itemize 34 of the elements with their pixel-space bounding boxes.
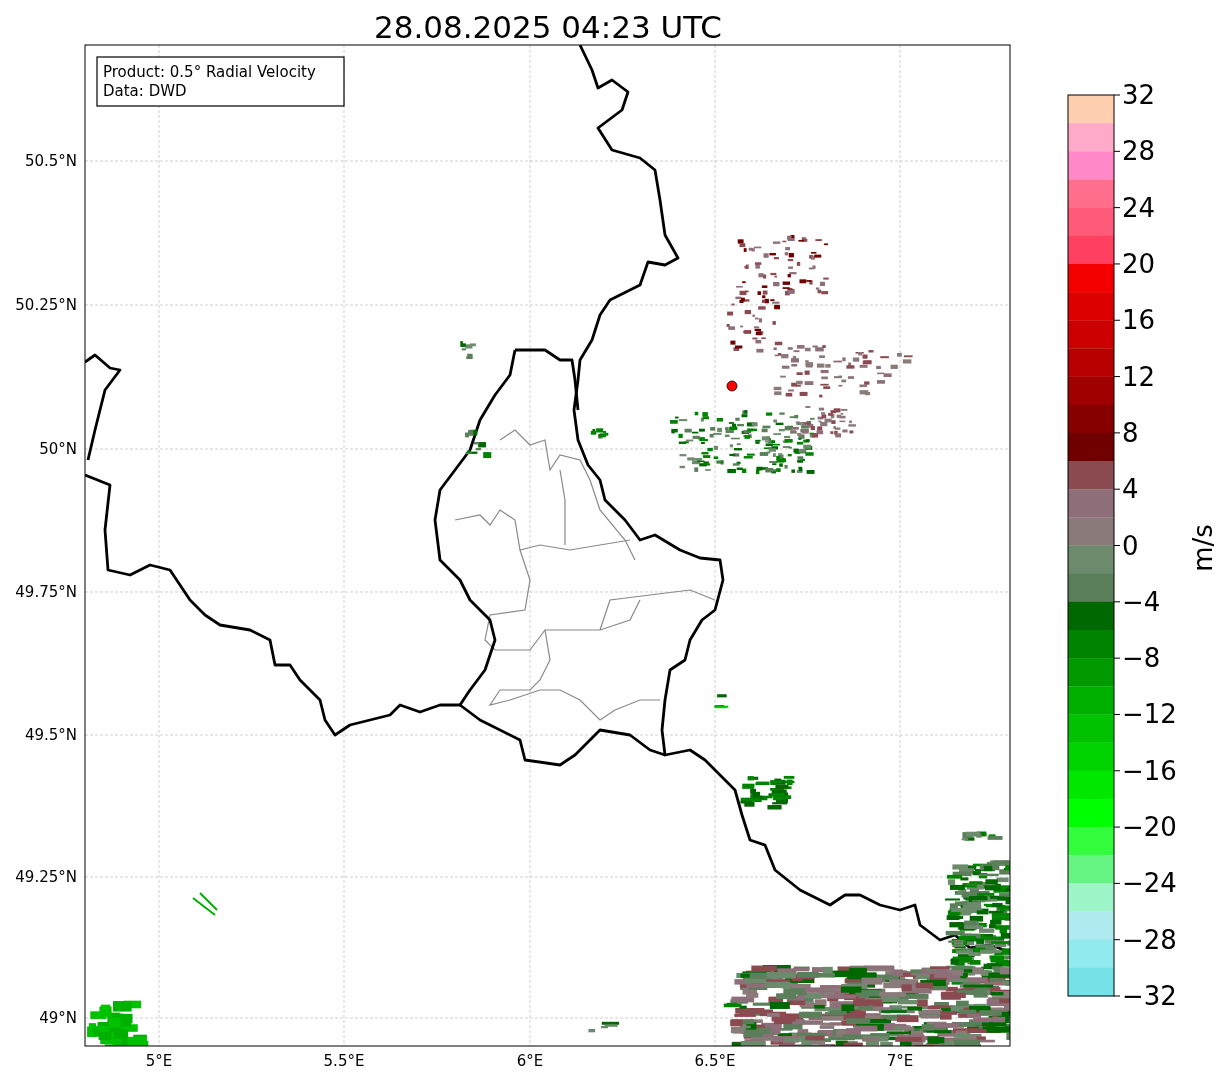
axis-tick-label: 5°E: [145, 1052, 173, 1070]
axis-tick-label: 49°N: [39, 1009, 77, 1027]
colorbar-tick-label: −32: [1122, 981, 1177, 1011]
axis-tick-label: 49.5°N: [24, 726, 77, 744]
colorbar-label: m/s: [1188, 524, 1218, 572]
colorbar-tick-label: −16: [1122, 755, 1177, 786]
colorbar-tick-label: 20: [1122, 248, 1156, 279]
colorbar-tick-label: 4: [1122, 474, 1139, 505]
axis-tick-label: 6.5°E: [694, 1052, 736, 1070]
colorbar-tick-label: −4: [1122, 586, 1161, 617]
axis-tick-label: 50°N: [39, 440, 77, 458]
colorbar-tick-label: −24: [1122, 868, 1177, 899]
colorbar-tick-label: −28: [1122, 924, 1177, 955]
colorbar-tick-label: 24: [1122, 192, 1156, 223]
axis-tick-label: 5.5°E: [323, 1052, 365, 1070]
axis-tick-label: 49.25°N: [15, 868, 77, 886]
axis-tick-label: 49.75°N: [15, 583, 77, 601]
colorbar-tick-label: 16: [1122, 305, 1156, 336]
radar-site-marker: [726, 380, 738, 392]
colorbar-tick-label: 8: [1122, 417, 1139, 448]
colorbar-tick-label: 28: [1122, 136, 1156, 167]
info-text: Data: DWD: [103, 82, 187, 100]
info-text: Product: 0.5° Radial Velocity: [103, 63, 316, 81]
colorbar-tick-label: 12: [1122, 361, 1156, 392]
colorbar-tick-label: −8: [1122, 643, 1161, 674]
axis-tick-label: 7°E: [886, 1052, 914, 1070]
colorbar-tick-label: −20: [1122, 812, 1177, 843]
axis-tick-label: 6°E: [516, 1052, 544, 1070]
axis-tick-label: 50.25°N: [15, 296, 77, 314]
colorbar-tick-label: −12: [1122, 699, 1177, 730]
colorbar-tick-label: 32: [1122, 80, 1156, 110]
colorbar-tick-label: 0: [1122, 530, 1139, 561]
axis-tick-label: 50.5°N: [24, 152, 77, 170]
chart-title: 28.08.2025 04:23 UTC: [374, 9, 722, 45]
